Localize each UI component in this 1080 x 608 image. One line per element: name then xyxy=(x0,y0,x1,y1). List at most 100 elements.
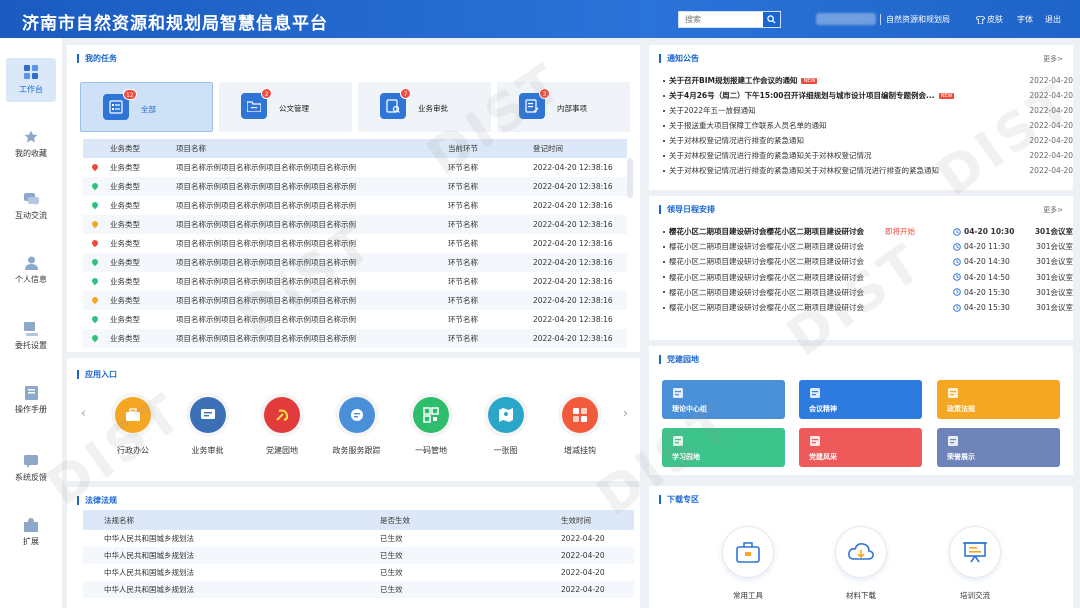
table-row[interactable]: 中华人民共和国城乡规划法 已生效 2022-04-20 xyxy=(83,530,634,547)
table-row[interactable]: 业务类型 项目名称示例项目名称示例项目名称示例项目名称示例 环节名称 2022-04-… xyxy=(83,291,627,310)
task-count-badge: 3 xyxy=(539,88,550,99)
step-cell: 环节名称 xyxy=(448,315,478,324)
font-link[interactable]: 字体 xyxy=(1017,14,1033,25)
location-pin-icon xyxy=(90,333,100,343)
notice-item[interactable]: 关于报送重大项目保障工作联系人员名单的通知 2022-04-20 xyxy=(663,118,1073,133)
bullet-icon xyxy=(663,109,665,112)
table-row[interactable]: 业务类型 项目名称示例项目名称示例项目名称示例项目名称示例 环节名称 2022-04-… xyxy=(83,253,627,272)
sidebar-item-delegation[interactable]: 委托设置 xyxy=(6,314,56,358)
notices-more-link[interactable]: 更多> xyxy=(1043,54,1063,64)
app-entry-label: 行政办公 xyxy=(117,446,149,455)
project-name-cell: 项目名称示例项目名称示例项目名称示例项目名称示例 xyxy=(176,201,356,210)
law-status-cell: 已生效 xyxy=(380,568,403,577)
app-entry[interactable]: 业务审批 xyxy=(173,397,243,456)
schedule-item[interactable]: 樱花小区二期项目建设研讨会樱花小区二期项目建设研讨会 即将开始 04-20 10:3… xyxy=(663,224,1073,239)
notice-item[interactable]: 关于对林权登记情况进行排查的紧急通知关于对林权登记情况 2022-04-20 xyxy=(663,148,1073,163)
table-row[interactable]: 中华人民共和国城乡规划法 已生效 2022-04-20 xyxy=(83,581,634,598)
type-cell: 业务类型 xyxy=(83,196,176,215)
task-tab-all[interactable]: 12 全部 xyxy=(80,82,213,132)
app-entry[interactable]: 增减挂钩 xyxy=(545,397,615,456)
table-row[interactable]: 业务类型 项目名称示例项目名称示例项目名称示例项目名称示例 环节名称 2022-04-… xyxy=(83,215,627,234)
party-card[interactable]: 政策法规 xyxy=(937,380,1060,419)
party-card[interactable]: 会议精神 xyxy=(799,380,922,419)
sidebar-item-label: 工作台 xyxy=(19,85,43,94)
task-tab-documents[interactable]: 2 公文管理 xyxy=(219,82,352,132)
font-label: 字体 xyxy=(1017,15,1033,24)
sidebar-item-profile[interactable]: 个人信息 xyxy=(6,248,56,292)
step-cell: 环节名称 xyxy=(448,215,521,234)
bullet-icon xyxy=(663,230,665,233)
project-name-cell: 项目名称示例项目名称示例项目名称示例项目名称示例 xyxy=(176,239,356,248)
puzzle-icon xyxy=(24,517,38,532)
bullet-icon xyxy=(663,276,665,279)
sidebar-item-workbench[interactable]: 工作台 xyxy=(6,58,56,102)
schedule-item[interactable]: 樱花小区二期项目建设研讨会樱花小区二期项目建设研讨会 04-20 14:30 301… xyxy=(663,254,1073,269)
party-card[interactable]: 学习园地 xyxy=(662,428,785,467)
sidebar-item-extensions[interactable]: 扩展 xyxy=(6,510,56,554)
clock-icon xyxy=(953,273,961,281)
sidebar-item-interaction[interactable]: 互动交流 xyxy=(6,185,56,229)
party-card[interactable]: 荣誉展示 xyxy=(937,428,1060,467)
type-text: 业务类型 xyxy=(110,296,140,305)
table-row[interactable]: 业务类型 项目名称示例项目名称示例项目名称示例项目名称示例 环节名称 2022-04-… xyxy=(83,272,627,291)
notice-item[interactable]: 关于召开BIM规划报建工作会议的通知 NEW 2022-04-20 xyxy=(663,73,1073,88)
sidebar-item-label: 我的收藏 xyxy=(15,148,47,158)
table-row[interactable]: 业务类型 项目名称示例项目名称示例项目名称示例项目名称示例 环节名称 2022-04-… xyxy=(83,158,627,177)
type-text: 业务类型 xyxy=(110,277,140,286)
party-card[interactable]: 理论中心组 xyxy=(662,380,785,419)
logout-link[interactable]: 退出 xyxy=(1045,14,1061,25)
sidebar-item-favorites[interactable]: 我的收藏 xyxy=(6,122,56,166)
step-cell: 环节名称 xyxy=(448,163,478,172)
table-row[interactable]: 业务类型 项目名称示例项目名称示例项目名称示例项目名称示例 环节名称 2022-04-… xyxy=(83,177,627,196)
law-status-cell: 已生效 xyxy=(363,581,541,598)
party-emblem-icon xyxy=(264,397,300,433)
schedule-more-link[interactable]: 更多> xyxy=(1043,205,1063,215)
column-header: 生效时间 xyxy=(541,510,634,530)
app-entry[interactable]: 政务服务跟踪 xyxy=(322,397,392,456)
app-entry[interactable]: 一张图 xyxy=(471,397,541,456)
schedule-item[interactable]: 樱花小区二期项目建设研讨会樱花小区二期项目建设研讨会 04-20 15:30 301… xyxy=(663,300,1073,315)
download-item-materials[interactable]: 材料下载 xyxy=(821,526,901,601)
project-name-cell: 项目名称示例项目名称示例项目名称示例项目名称示例 xyxy=(176,277,356,286)
notice-date: 2022-04-20 xyxy=(1029,91,1073,100)
app-entry[interactable]: 行政办公 xyxy=(98,397,168,456)
task-tab-internal[interactable]: 3 内部事项 xyxy=(497,82,630,132)
project-name-cell: 项目名称示例项目名称示例项目名称示例项目名称示例 xyxy=(176,253,448,272)
search-button[interactable] xyxy=(763,12,780,27)
notice-item[interactable]: 关于4月26号（周二）下午15:00召开详细规划与城市设计项目编制专题例会...… xyxy=(663,88,1073,103)
skin-label: 皮肤 xyxy=(987,15,1003,24)
search-box[interactable] xyxy=(678,11,781,28)
app-title: 济南市自然资源和规划局智慧信息平台 xyxy=(22,14,328,34)
org-name: 自然资源和规划局 xyxy=(880,14,950,25)
table-row[interactable]: 中华人民共和国城乡规划法 已生效 2022-04-20 xyxy=(83,564,634,581)
search-input[interactable] xyxy=(679,12,765,27)
schedule-item[interactable]: 樱花小区二期项目建设研讨会樱花小区二期项目建设研讨会 04-20 15:30 301… xyxy=(663,285,1073,300)
download-item-training[interactable]: 培训交流 xyxy=(935,526,1015,601)
tasks-scrollbar-thumb[interactable] xyxy=(627,158,633,198)
app-entry[interactable]: 一码管地 xyxy=(396,397,466,456)
schedule-item[interactable]: 樱花小区二期项目建设研讨会樱花小区二期项目建设研讨会 04-20 14:50 301… xyxy=(663,270,1073,285)
arrow-left-icon[interactable]: ‹ xyxy=(81,406,86,420)
skin-link[interactable]: 皮肤 xyxy=(976,14,1003,25)
table-row[interactable]: 中华人民共和国城乡规划法 已生效 2022-04-20 xyxy=(83,547,634,564)
type-cell: 业务类型 xyxy=(83,234,176,253)
sidebar-item-manual[interactable]: 操作手册 xyxy=(6,378,56,422)
table-row[interactable]: 业务类型 项目名称示例项目名称示例项目名称示例项目名称示例 环节名称 2022-04-… xyxy=(83,234,627,253)
type-cell: 业务类型 xyxy=(83,177,176,196)
table-row[interactable]: 业务类型 项目名称示例项目名称示例项目名称示例项目名称示例 环节名称 2022-04-… xyxy=(83,329,627,348)
task-tab-approval[interactable]: 7 业务审批 xyxy=(358,82,491,132)
party-card[interactable]: 党建风采 xyxy=(799,428,922,467)
download-item-tools[interactable]: 常用工具 xyxy=(708,526,788,601)
project-name-cell: 项目名称示例项目名称示例项目名称示例项目名称示例 xyxy=(176,291,448,310)
sidebar-item-feedback[interactable]: 系统反馈 xyxy=(6,446,56,490)
tasks-title: 我的任务 xyxy=(77,54,117,63)
table-row[interactable]: 业务类型 项目名称示例项目名称示例项目名称示例项目名称示例 环节名称 2022-04-… xyxy=(83,310,627,329)
notice-item[interactable]: 关于2022年五一放假通知 2022-04-20 xyxy=(663,103,1073,118)
arrow-right-icon[interactable]: › xyxy=(623,406,628,420)
table-row[interactable]: 业务类型 项目名称示例项目名称示例项目名称示例项目名称示例 环节名称 2022-04-… xyxy=(83,196,627,215)
notice-item[interactable]: 关于对林权登记情况进行排查的紧急通知关于对林权登记情况进行排查的紧急通知 2022… xyxy=(663,163,1073,178)
schedule-item[interactable]: 樱花小区二期项目建设研讨会樱花小区二期项目建设研讨会 04-20 11:30 301… xyxy=(663,239,1073,254)
app-entry[interactable]: 党建园地 xyxy=(247,397,317,456)
briefcase-icon xyxy=(115,397,151,433)
notice-item[interactable]: 关于对林权登记情况进行排查的紧急通知 2022-04-20 xyxy=(663,133,1073,148)
